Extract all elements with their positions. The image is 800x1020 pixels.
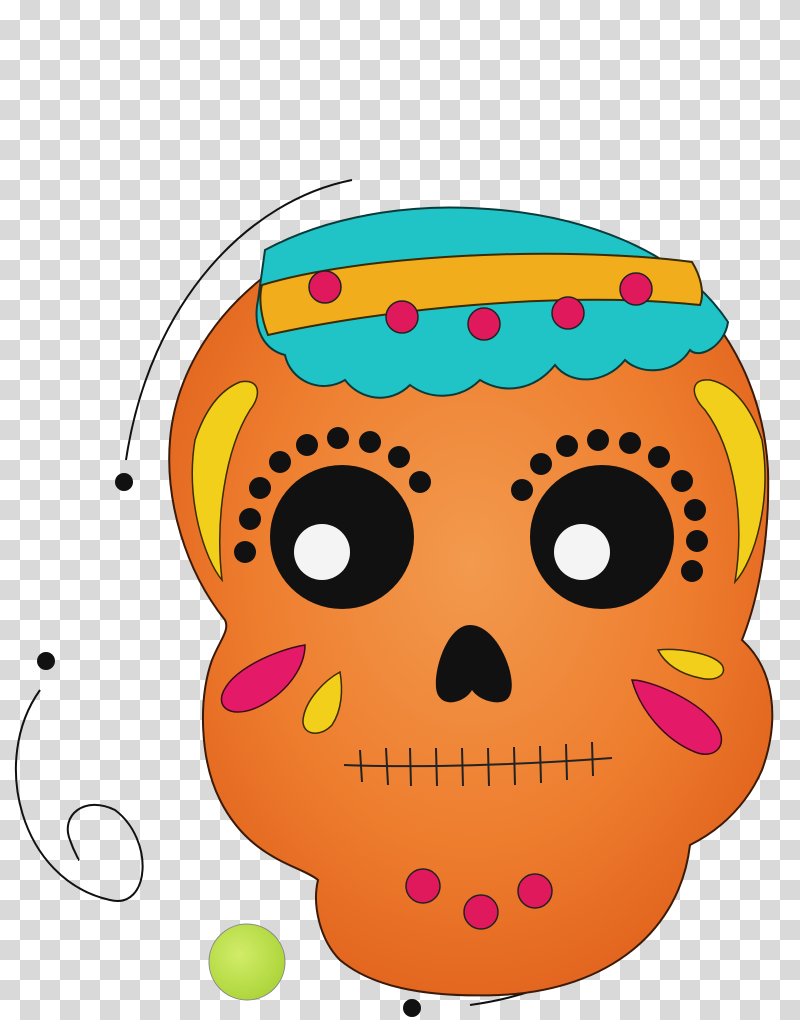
sugar-skull-illustration [14, 179, 774, 1017]
band-dot [619, 272, 653, 306]
decorative-arc-left [14, 689, 144, 902]
band-dot [385, 300, 419, 334]
band-dot [308, 270, 342, 304]
lime-ball [208, 923, 286, 1001]
band-dot [467, 307, 501, 341]
chin-dot [463, 894, 499, 930]
decorative-dot [403, 999, 421, 1017]
left-eye [270, 465, 414, 609]
right-eye [530, 465, 674, 609]
decorative-dot [37, 652, 55, 670]
band-dot [551, 296, 585, 330]
decorative-dot [115, 473, 133, 491]
canvas [0, 0, 800, 1020]
chin-dot [517, 873, 553, 909]
chin-dot [405, 868, 441, 904]
